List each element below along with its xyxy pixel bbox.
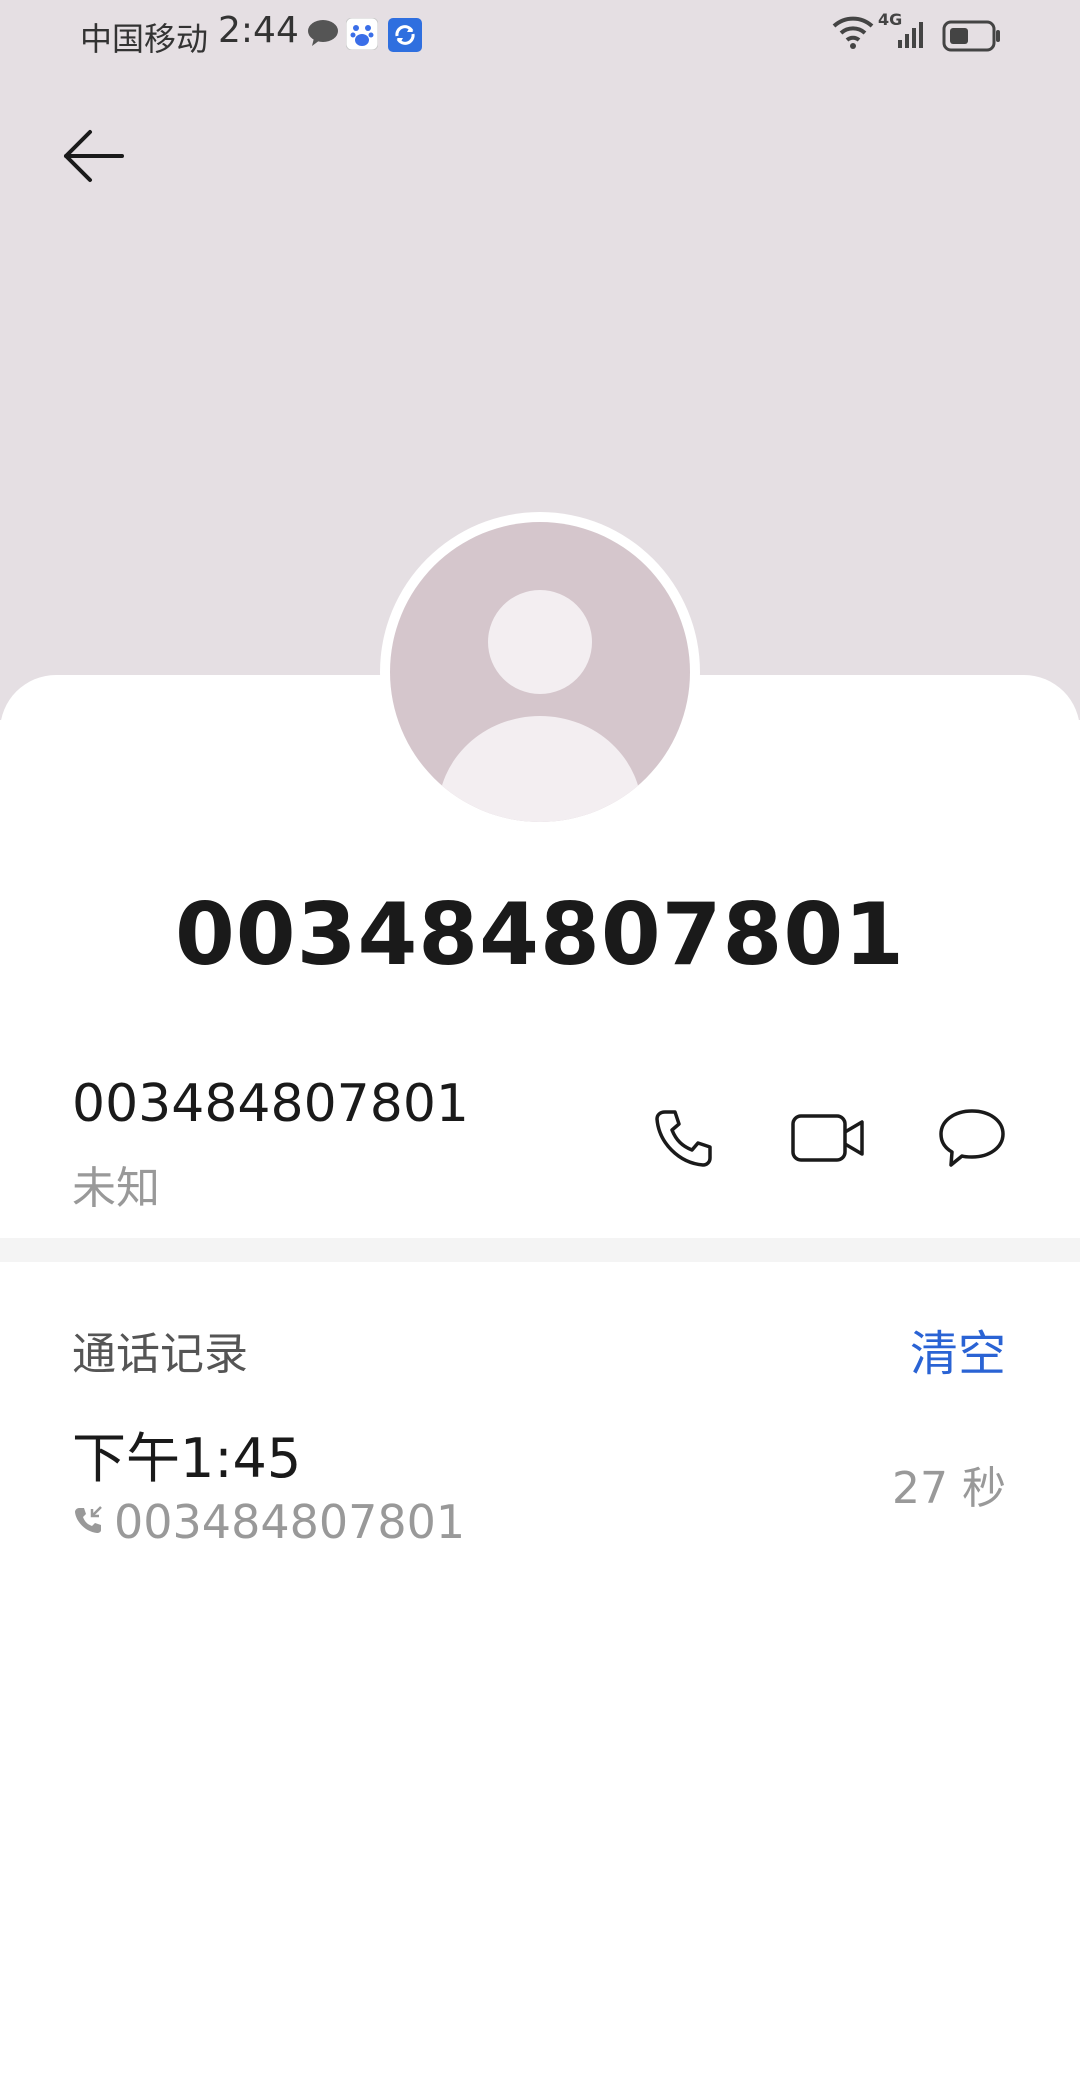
section-divider [0,1238,1080,1262]
message-button[interactable] [932,1100,1012,1180]
avatar [390,522,690,822]
message-icon [937,1107,1007,1173]
status-time: 2:44 [218,10,299,51]
back-button[interactable] [62,118,152,198]
phone-call-button[interactable] [643,1100,723,1180]
status-bar: 中国移动 2:44 4G [0,0,1080,74]
contact-title: 003484807801 [174,885,906,985]
call-time: 下午1:45 [72,1427,302,1490]
phone-call-icon [651,1106,715,1174]
call-sub-info: 003484807801 [72,1492,465,1552]
sync-app-icon [388,18,422,56]
message-bubble-icon [306,18,340,52]
carrier-label: 中国移动 [80,20,209,58]
baidu-icon [345,17,379,54]
signal-icon [896,18,930,54]
incoming-call-icon [72,1504,104,1540]
call-log-title: 通话记录 [72,1329,248,1380]
battery-icon [942,20,1002,56]
arrow-left-icon [62,128,126,188]
clear-button[interactable]: 清空 [910,1314,1006,1384]
number-location: 未知 [72,1163,160,1214]
phone-number[interactable]: 003484807801 [72,1074,469,1134]
person-silhouette-icon [438,590,642,822]
number-row: 003484807801 未知 [0,1060,1080,1220]
video-call-button[interactable] [788,1100,868,1180]
wifi-icon [832,14,874,54]
call-duration: 27 秒 [892,1463,1006,1514]
call-number: 003484807801 [114,1495,466,1549]
video-call-icon [790,1112,866,1168]
call-log-entry[interactable]: 下午1:45 003484807801 27 秒 [0,1400,1080,1560]
